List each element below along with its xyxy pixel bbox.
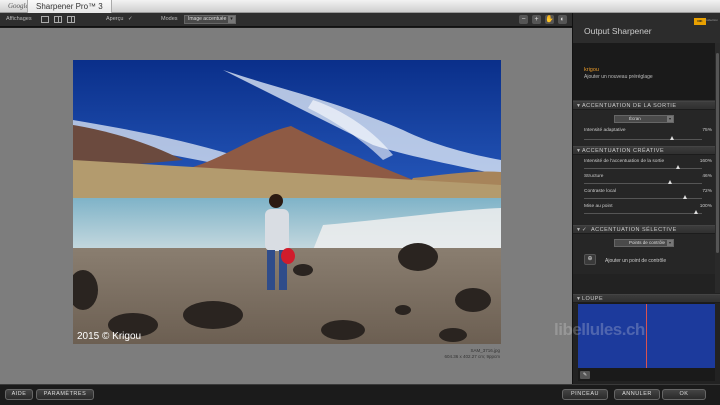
brand-label: Google (8, 2, 29, 10)
section-loupe[interactable]: ▼ LOUPE (573, 294, 720, 303)
zoom-out-icon[interactable]: − (519, 15, 528, 24)
pin-loupe-icon[interactable]: ✎ (580, 371, 590, 379)
zoom-in-icon[interactable]: + (532, 15, 541, 24)
section-selective-body: Points de contrôle ▾ ⊕ Ajouter un point … (573, 234, 720, 274)
preview-label: Aperçu (106, 16, 124, 22)
top-toolbar: Affichages Aperçu ✓ Modes Image accentué… (0, 13, 572, 27)
section-creative-body: Intensité de l'accentuation de la sortie… (573, 155, 720, 225)
slider-track[interactable] (584, 180, 702, 184)
panel-title: Output Sharpener (584, 26, 652, 36)
param-value: 160% (699, 159, 712, 164)
site-watermark: libellules.ch (554, 320, 645, 339)
section-selective-sharpening[interactable]: ▼ ✓ ACCENTUATION SÉLECTIVE (573, 225, 720, 234)
param-label: Intensité adaptative (584, 128, 626, 133)
mode-select[interactable]: Image accentuée ▾ (184, 15, 236, 24)
preset-area: krigou Ajouter un nouveau préréglage (573, 43, 720, 101)
section-title: LOUPE (582, 296, 604, 302)
collapse-triangle-icon: ▼ (576, 103, 581, 109)
section-title: ACCENTUATION DE LA SORTIE (582, 103, 677, 109)
photo-preview[interactable]: 2015 © Krigou (73, 60, 501, 344)
section-output-body: Écran ▾ Intensité adaptative 75% (573, 110, 720, 146)
slider-track[interactable] (584, 210, 702, 214)
slider-thumb[interactable] (675, 165, 680, 169)
param-label: Structure (584, 174, 604, 179)
param-value: 100% (699, 204, 712, 209)
window-titlebar: Google Sharpener Pro™ 3 (0, 0, 720, 13)
enable-checkbox[interactable]: ✓ (582, 227, 587, 233)
add-preset-link[interactable]: Ajouter un nouveau préréglage (584, 74, 653, 80)
section-title: ACCENTUATION CRÉATIVE (582, 148, 665, 154)
slider-thumb[interactable] (670, 136, 674, 140)
param-label: Contraste local (584, 189, 616, 194)
section-title: ACCENTUATION SÉLECTIVE (591, 227, 677, 233)
photo-watermark: 2015 © Krigou (77, 331, 142, 342)
preset-name[interactable]: krigou (584, 67, 599, 73)
add-control-point-button[interactable]: ⊕ (584, 254, 596, 265)
side-by-side-view-button[interactable] (67, 16, 75, 23)
mode-label: Modes (161, 16, 178, 22)
hand-icon[interactable]: ✋ (545, 15, 554, 24)
output-type-value: Écran (629, 116, 641, 121)
slider-thumb[interactable] (693, 210, 698, 214)
file-dimensions: 604.36 x 402.27 cm; 9ppcm (444, 354, 500, 359)
split-view-button[interactable] (54, 16, 62, 23)
help-button[interactable]: AIDE (5, 389, 33, 400)
nik-collection-label: Collection (704, 18, 718, 22)
slider-track[interactable] (584, 165, 702, 169)
scrollbar-thumb[interactable] (716, 53, 719, 253)
panel-header: Output Sharpener NIK Collection (573, 13, 720, 43)
chevron-down-icon: ▾ (667, 240, 673, 246)
ok-button[interactable]: OK (662, 389, 706, 400)
single-view-button[interactable] (41, 16, 49, 23)
image-canvas[interactable]: 2015 © Krigou SAM_3716.jpg 604.36 x 402.… (0, 28, 572, 384)
slider-track[interactable] (584, 136, 702, 140)
param-label: Mise au point (584, 204, 613, 209)
param-value: 75% (702, 128, 712, 133)
loupe-split-line (646, 304, 647, 368)
section-creative-sharpening[interactable]: ▼ ACCENTUATION CRÉATIVE (573, 146, 720, 155)
brush-button[interactable]: PINCEAU (562, 389, 608, 400)
cancel-button[interactable]: ANNULER (614, 389, 660, 400)
control-points-value: Points de contrôle (629, 240, 666, 245)
preview-checkbox[interactable]: ✓ (128, 16, 133, 22)
landscape-photo (73, 60, 501, 344)
app-tab[interactable]: Sharpener Pro™ 3 (27, 0, 112, 13)
collapse-triangle-icon: ▼ (576, 148, 581, 154)
section-output-sharpening[interactable]: ▼ ACCENTUATION DE LA SORTIE (573, 101, 720, 110)
add-control-point-label: Ajouter un point de contrôle (605, 258, 667, 264)
loupe-panel: ▼ LOUPE ✎ (573, 294, 720, 381)
compare-icon[interactable]: ◐ (558, 15, 567, 24)
param-value: 46% (702, 174, 712, 179)
collapse-triangle-icon: ▼ (576, 296, 581, 302)
param-label: Intensité de l'accentuation de la sortie (584, 159, 665, 164)
control-points-select[interactable]: Points de contrôle ▾ (614, 239, 674, 247)
views-label: Affichages (6, 16, 32, 22)
slider-track[interactable] (584, 195, 702, 199)
panel-scrollbar[interactable] (715, 43, 720, 293)
slider-thumb[interactable] (682, 195, 687, 199)
collapse-triangle-icon: ▼ (576, 227, 581, 233)
mode-select-value: Image accentuée (188, 16, 227, 22)
bottom-bar: AIDE PARAMÈTRES PINCEAU ANNULER OK (0, 384, 720, 405)
chevron-down-icon: ▾ (667, 116, 673, 122)
settings-button[interactable]: PARAMÈTRES (36, 389, 94, 400)
chevron-down-icon: ▾ (228, 16, 235, 23)
file-name: SAM_3716.jpg (470, 348, 500, 353)
slider-thumb[interactable] (667, 180, 672, 184)
param-value: 72% (702, 189, 712, 194)
output-type-select[interactable]: Écran ▾ (614, 115, 674, 123)
